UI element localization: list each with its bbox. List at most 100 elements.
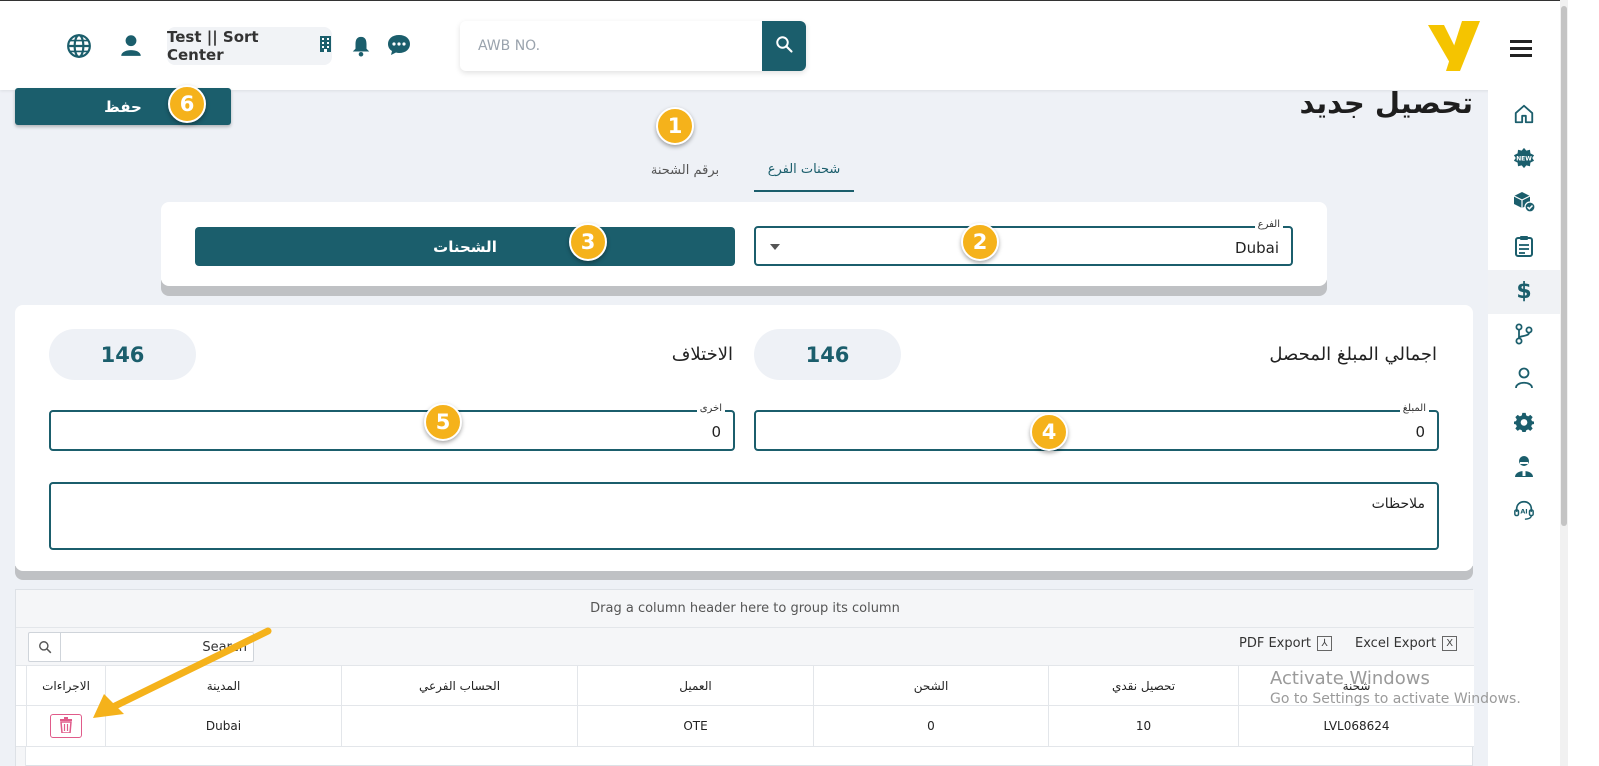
trash-icon: [59, 716, 73, 736]
nav-shipments[interactable]: [1488, 182, 1560, 226]
home-icon: [1513, 103, 1535, 129]
cell-customer: OTE: [577, 706, 813, 746]
nav-new[interactable]: NEW: [1488, 138, 1560, 182]
nav-manifest[interactable]: [1488, 226, 1560, 270]
nav-agents[interactable]: [1488, 446, 1560, 490]
svg-text:AI: AI: [1520, 508, 1527, 516]
hamburger-menu-icon[interactable]: [1510, 39, 1532, 57]
user-icon: [1514, 367, 1534, 393]
cell-sub-account: [341, 706, 577, 746]
callout-4: 4: [1030, 413, 1068, 451]
package-check-icon: [1512, 191, 1536, 217]
total-collected-value: 146: [754, 329, 901, 380]
grid-search: [28, 632, 254, 662]
awb-search: [460, 21, 806, 71]
cell-cash: 10: [1048, 706, 1238, 746]
svg-text:$: $: [1516, 279, 1531, 302]
difference-label: الاختلاف: [671, 344, 733, 365]
nav-branches[interactable]: [1488, 314, 1560, 358]
brand-logo[interactable]: [1426, 19, 1482, 73]
nav-settings[interactable]: [1488, 402, 1560, 446]
nav-users[interactable]: [1488, 358, 1560, 402]
side-navigation: NEW $ AI: [1488, 90, 1560, 766]
group-panel-hint: Drag a column header here to group its c…: [590, 601, 900, 616]
notes-textarea[interactable]: ملاحظات: [49, 482, 1439, 550]
gear-icon: [1514, 412, 1534, 436]
chevron-down-icon: [770, 244, 780, 250]
dollar-icon: $: [1516, 278, 1532, 306]
nav-home[interactable]: [1488, 94, 1560, 138]
awb-search-input[interactable]: [460, 21, 762, 71]
other-field-value: 0: [711, 423, 721, 441]
cell-shipping: 0: [813, 706, 1048, 746]
search-icon: [775, 35, 793, 57]
pdf-export-label: PDF Export: [1239, 636, 1312, 651]
excel-icon: X: [1442, 636, 1458, 651]
amount-field[interactable]: المبلغ 0: [754, 403, 1439, 451]
callout-6: 6: [168, 85, 206, 123]
column-header-cash[interactable]: تحصيل نقدي: [1048, 666, 1238, 705]
svg-text:NEW: NEW: [1516, 155, 1532, 162]
shipments-grid: Drag a column header here to group its c…: [15, 589, 1474, 766]
new-badge-icon: NEW: [1513, 147, 1535, 173]
column-header-shipping[interactable]: الشحن: [813, 666, 1048, 705]
delete-row-button[interactable]: [50, 714, 82, 738]
window-edge: [1568, 0, 1599, 766]
pdf-icon: ⅄: [1317, 636, 1333, 651]
excel-export-label: Excel Export: [1355, 636, 1437, 651]
branch-chip-label: Test || Sort Center: [167, 28, 259, 64]
other-field[interactable]: اخرى 0: [49, 403, 735, 451]
cell-actions: [26, 706, 105, 746]
amount-field-label: المبلغ: [1399, 403, 1429, 414]
page-scrollbar[interactable]: [1560, 0, 1568, 766]
grid-search-input[interactable]: [63, 633, 251, 661]
windows-activation-watermark: Activate Windows Go to Settings to activ…: [1270, 668, 1521, 707]
amount-field-value: 0: [1415, 423, 1425, 441]
column-header-actions[interactable]: الاجراءات: [26, 666, 105, 705]
watermark-line2: Go to Settings to activate Windows.: [1270, 691, 1521, 707]
grid-toolbar: PDF Export ⅄ Excel Export X: [16, 628, 1474, 666]
group-panel[interactable]: Drag a column header here to group its c…: [16, 590, 1474, 628]
ai-support-icon: AI: [1513, 499, 1535, 525]
branch-select-label: الفرع: [1254, 219, 1283, 230]
notes-placeholder: ملاحظات: [1371, 496, 1425, 512]
page-title: تحصيل جديد: [1299, 86, 1473, 120]
total-collected-label: اجمالي المبلغ المحصل: [1269, 344, 1437, 365]
column-header-city[interactable]: المدينة: [105, 666, 341, 705]
search-icon: [29, 633, 61, 661]
branch-icon: [1514, 323, 1534, 349]
branch-selector[interactable]: Test || Sort Center: [167, 27, 332, 65]
callout-2: 2: [961, 223, 999, 261]
awb-search-button[interactable]: [762, 21, 806, 71]
tab-branch-shipments[interactable]: شحنات الفرع: [754, 148, 854, 192]
grid-header-row: شحنة تحصيل نقدي الشحن العميل الحساب الفر…: [16, 666, 1474, 706]
tab-by-awb[interactable]: برقم الشحنة: [635, 148, 735, 192]
globe-icon[interactable]: [66, 33, 92, 59]
excel-export-button[interactable]: Excel Export X: [1355, 636, 1458, 651]
other-field-label: اخرى: [696, 403, 725, 414]
column-header-customer[interactable]: العميل: [577, 666, 813, 705]
callout-1: 1: [656, 107, 694, 145]
cell-city: Dubai: [105, 706, 341, 746]
nav-ai-support[interactable]: AI: [1488, 490, 1560, 534]
callout-3: 3: [569, 223, 607, 261]
user-icon[interactable]: [118, 32, 144, 58]
difference-value: 146: [49, 329, 196, 380]
nav-collections[interactable]: $: [1488, 270, 1560, 314]
clipboard-icon: [1514, 235, 1534, 261]
top-bar: Test || Sort Center: [0, 0, 1568, 90]
agent-icon: [1514, 454, 1534, 482]
cell-awb: LVL068624: [1238, 706, 1474, 746]
load-shipments-button[interactable]: الشحنات: [195, 227, 735, 266]
chat-icon[interactable]: [387, 34, 411, 56]
bell-icon[interactable]: [350, 35, 372, 57]
table-row[interactable]: LVL068624 10 0 OTE Dubai: [16, 706, 1474, 747]
watermark-line1: Activate Windows: [1270, 668, 1430, 689]
branch-select[interactable]: الفرع Dubai: [754, 219, 1293, 266]
building-icon: [319, 36, 332, 56]
pdf-export-button[interactable]: PDF Export ⅄: [1239, 636, 1333, 651]
scrollbar-thumb[interactable]: [1561, 6, 1567, 526]
branch-select-value: Dubai: [1235, 239, 1279, 257]
callout-5: 5: [424, 403, 462, 441]
column-header-sub-account[interactable]: الحساب الفرعي: [341, 666, 577, 705]
